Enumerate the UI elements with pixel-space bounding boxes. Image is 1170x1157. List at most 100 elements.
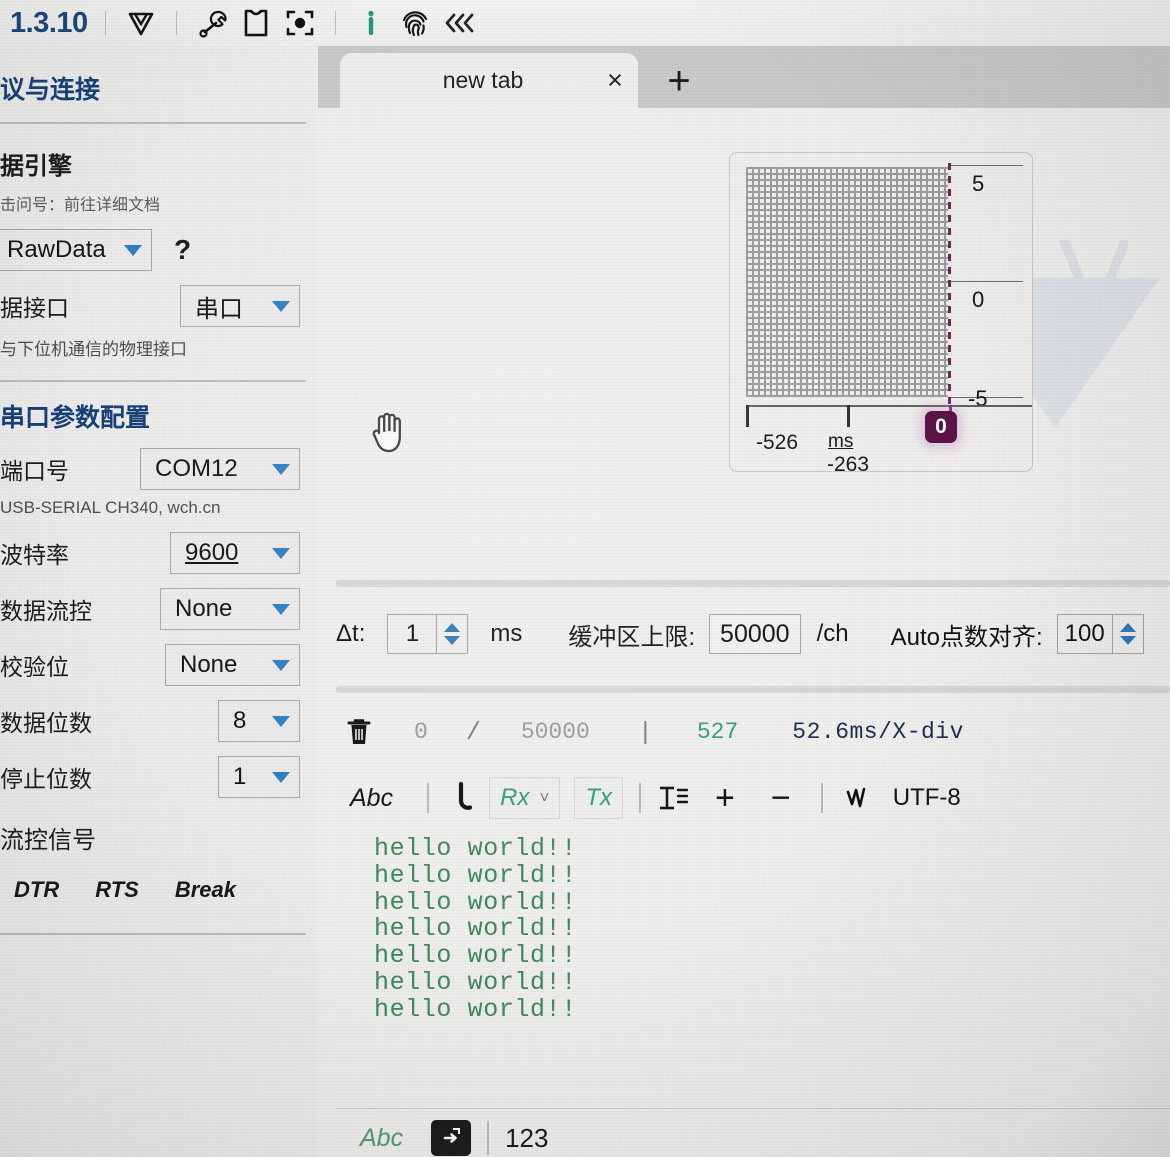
stepper-down-icon[interactable] (1119, 636, 1136, 645)
info-icon[interactable] (349, 3, 393, 43)
port-select[interactable]: COM12 (140, 448, 300, 490)
sidebar-group-engine-title: 据引擎 (0, 153, 72, 180)
align-stepper-buttons[interactable] (1111, 615, 1143, 653)
dt-stepper-buttons[interactable] (436, 615, 467, 653)
buffer-limit-input[interactable]: 50000 (709, 614, 801, 654)
toolbar-divider (427, 783, 430, 813)
engine-help-button[interactable]: ? (174, 234, 191, 266)
watermark-letter: VOFA (1058, 224, 1128, 334)
trash-icon[interactable] (346, 717, 372, 747)
auto-align-label: Auto点数对齐: (890, 623, 1043, 651)
slash-separator: / (465, 717, 481, 747)
terminal-line: hello world!! (374, 860, 577, 890)
tab-close-icon[interactable]: × (592, 58, 638, 104)
focus-target-icon[interactable] (278, 3, 322, 43)
chevron-down-icon[interactable]: ˅ (539, 788, 549, 808)
main-canvas: VOFA 5 0 -5 -526 ms -263 (318, 108, 1170, 1157)
waveform-chart[interactable]: 5 0 -5 -526 ms -263 0 (729, 152, 1033, 476)
toolbar-divider (639, 783, 642, 813)
data-engine-value: RawData (7, 236, 106, 263)
tx-label: Tx (585, 784, 613, 811)
collapse-left-icon[interactable] (437, 3, 481, 43)
stepper-down-icon[interactable] (444, 636, 461, 645)
dt-value: 1 (405, 620, 420, 647)
toolbar-divider (104, 11, 106, 35)
buffer-total-count: 50000 (520, 719, 590, 745)
panel-splitter[interactable] (336, 686, 1170, 693)
interface-select[interactable]: 串口 (180, 285, 300, 327)
field-row-flowcontrol: 数据流控 None (0, 588, 318, 630)
timebase-label: 52.6ms/X-div (792, 719, 964, 745)
wrench-icon[interactable] (190, 3, 234, 43)
text-mode-button[interactable]: Abc (350, 784, 393, 813)
pan-hand-cursor (368, 408, 410, 461)
break-button[interactable]: Break (175, 877, 236, 903)
send-file-icon[interactable] (431, 1120, 472, 1156)
fingerprint-icon[interactable] (393, 3, 437, 43)
logo-icon[interactable] (119, 3, 163, 43)
terminal-output[interactable]: hello world!! hello world!! hello world!… (336, 828, 1170, 1093)
terminal-line: hello world!! (374, 994, 577, 1024)
parity-select[interactable]: None (165, 644, 300, 686)
field-row-stopbits: 停止位数 1 (0, 756, 318, 798)
font-decrease-button[interactable]: − (771, 779, 791, 818)
flowcontrol-select[interactable]: None (160, 588, 300, 630)
field-label: 校验位 (0, 654, 69, 680)
tx-toggle[interactable]: Tx (574, 777, 624, 819)
data-engine-select[interactable]: RawData (0, 229, 152, 271)
theme-shirt-icon[interactable] (234, 3, 278, 43)
terminal-line: hello world!! (374, 941, 577, 970)
terminal-line: hello world!! (374, 914, 577, 944)
toolbar-divider (175, 11, 177, 35)
databits-select[interactable]: 8 (218, 700, 300, 742)
flow-signal-label: 流控信号 (0, 827, 96, 854)
interface-value: 串口 (195, 295, 243, 323)
auto-align-value: 100 (1064, 620, 1105, 647)
terminal-line: hello world!! (374, 887, 577, 917)
y-axis-rule-mid (951, 281, 1023, 282)
stepper-up-icon[interactable] (1119, 623, 1136, 632)
text-wrap-icon[interactable] (657, 783, 689, 813)
chevron-down-icon (272, 463, 290, 475)
rx-toggle[interactable]: Rx ˅ (489, 777, 561, 819)
x-axis (746, 405, 1032, 407)
add-tab-button[interactable]: + (656, 59, 702, 103)
encoding-label[interactable]: UTF-8 (893, 784, 961, 812)
buffer-current-count: 0 (414, 719, 428, 745)
app-version-label: 1.3.10 (10, 6, 88, 39)
parity-value: None (180, 651, 238, 678)
baudrate-select[interactable]: 9600 (170, 532, 300, 574)
panel-splitter[interactable] (336, 580, 1170, 587)
font-increase-button[interactable]: + (715, 779, 735, 818)
chart-grid (746, 167, 948, 397)
sidebar-divider (0, 933, 306, 935)
sidebar-divider (0, 380, 306, 382)
flow-signal-buttons: DTR RTS Break (0, 877, 318, 903)
field-row-port: 端口号 COM12 (0, 448, 318, 490)
send-text-mode-button[interactable]: Abc (360, 1124, 403, 1153)
stepper-up-icon[interactable] (444, 623, 461, 632)
auto-align-stepper[interactable]: 100 (1056, 614, 1144, 654)
tab-new-tab[interactable]: new tab × (340, 53, 638, 108)
terminal-line: hello world!! (374, 834, 577, 863)
waveform-icon[interactable] (845, 784, 879, 812)
chart-cursor-badge[interactable]: 0 (925, 411, 957, 443)
chevron-down-icon (272, 603, 290, 615)
stopbits-select[interactable]: 1 (218, 756, 300, 798)
dt-label: Δt: (336, 620, 366, 647)
pipe-separator: | (637, 717, 653, 747)
dt-stepper[interactable]: 1 (387, 614, 469, 654)
engine-row: RawData ? (0, 229, 318, 271)
databits-value: 8 (233, 707, 247, 734)
field-row-databits: 数据位数 8 (0, 700, 318, 742)
terminal-line: hello world!! (374, 967, 577, 997)
field-row-baud: 波特率 9600 (0, 532, 318, 574)
phone-hook-icon[interactable] (453, 781, 475, 815)
dtr-button[interactable]: DTR (14, 877, 59, 903)
numeric-mode-button[interactable]: 123 (505, 1123, 548, 1154)
buffer-limit-label: 缓冲区上限: (568, 623, 696, 651)
rts-button[interactable]: RTS (95, 877, 139, 903)
sidebar-divider (0, 122, 306, 124)
rx-label: Rx (500, 784, 530, 811)
chart-cursor-line[interactable] (948, 163, 951, 406)
